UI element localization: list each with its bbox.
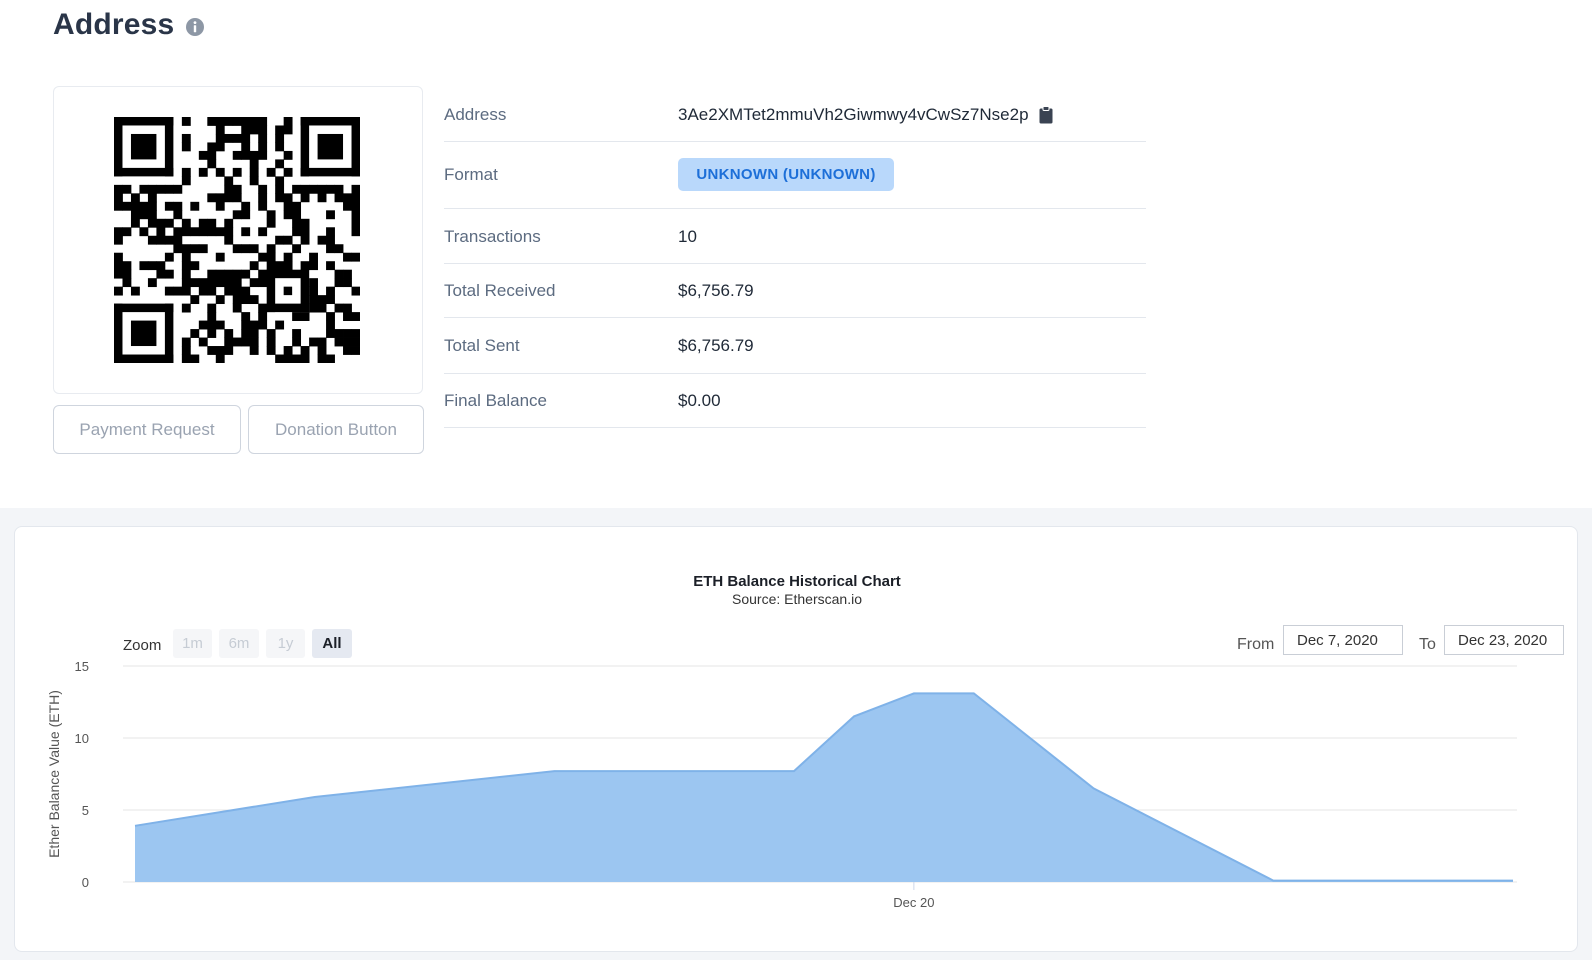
final-balance-label: Final Balance — [444, 391, 548, 410]
detail-row-transactions: Transactions 10 — [444, 209, 1146, 264]
qr-code-card — [53, 86, 423, 394]
chart-card: ETH Balance Historical Chart Source: Ethe… — [14, 526, 1578, 952]
detail-row-total-received: Total Received $6,756.79 — [444, 264, 1146, 318]
eth-balance-chart: ETH Balance Historical ChartSource: Ethe… — [46, 573, 1517, 910]
from-label: From — [1237, 636, 1275, 653]
total-sent-value: $6,756.79 — [678, 336, 754, 355]
to-label: To — [1419, 636, 1436, 653]
clipboard-icon[interactable] — [1039, 106, 1053, 124]
total-sent-label: Total Sent — [444, 336, 520, 355]
zoom-label: Zoom — [123, 637, 162, 654]
chart-section: ETH Balance Historical Chart Source: Ethe… — [0, 508, 1592, 960]
balance-area — [135, 693, 1513, 882]
address-value-wrap: 3Ae2XMTet2mmuVh2Giwmwy4vCwSz7Nse2p — [678, 105, 1053, 125]
address-overview-section: Address Payment Request Donation Button … — [0, 0, 1592, 508]
page-title: Address — [53, 8, 175, 41]
address-details-table: Address 3Ae2XMTet2mmuVh2Giwmwy4vCwSz7Nse… — [444, 86, 1146, 428]
payment-request-button[interactable]: Payment Request — [53, 405, 241, 454]
title-row: Address — [53, 8, 205, 42]
donation-button[interactable]: Donation Button — [248, 405, 424, 454]
detail-row-format: Format UNKNOWN (UNKNOWN) — [444, 142, 1146, 209]
chart-title: ETH Balance Historical Chart — [693, 573, 901, 590]
y-axis-label: Ether Balance Value (ETH) — [46, 690, 62, 858]
zoom-1m-button[interactable]: 1m — [173, 629, 212, 658]
zoom-6m-button[interactable]: 6m — [219, 629, 259, 658]
chart-subtitle: Source: Etherscan.io — [732, 591, 862, 607]
total-received-label: Total Received — [444, 281, 556, 300]
y-tick-label: 0 — [82, 875, 89, 890]
detail-row-address: Address 3Ae2XMTet2mmuVh2Giwmwy4vCwSz7Nse… — [444, 86, 1146, 142]
format-badge: UNKNOWN (UNKNOWN) — [678, 158, 894, 191]
y-tick-label: 15 — [75, 659, 89, 674]
format-label: Format — [444, 165, 498, 184]
transactions-value: 10 — [678, 227, 697, 246]
info-circle-icon[interactable] — [185, 17, 205, 37]
y-tick-label: 5 — [82, 803, 89, 818]
detail-row-total-sent: Total Sent $6,756.79 — [444, 318, 1146, 374]
detail-row-final-balance: Final Balance $0.00 — [444, 374, 1146, 428]
final-balance-value: $0.00 — [678, 391, 721, 410]
zoom-1y-button[interactable]: 1y — [266, 629, 305, 658]
from-date-input[interactable]: Dec 7, 2020 — [1283, 625, 1403, 655]
x-tick-label: Dec 20 — [893, 895, 934, 910]
transactions-label: Transactions — [444, 227, 541, 246]
qr-code — [114, 117, 360, 363]
address-value: 3Ae2XMTet2mmuVh2Giwmwy4vCwSz7Nse2p — [678, 105, 1029, 124]
total-received-value: $6,756.79 — [678, 281, 754, 300]
zoom-all-button[interactable]: All — [312, 629, 352, 658]
y-tick-label: 10 — [75, 731, 89, 746]
address-label: Address — [444, 105, 507, 124]
to-date-input[interactable]: Dec 23, 2020 — [1444, 625, 1564, 655]
